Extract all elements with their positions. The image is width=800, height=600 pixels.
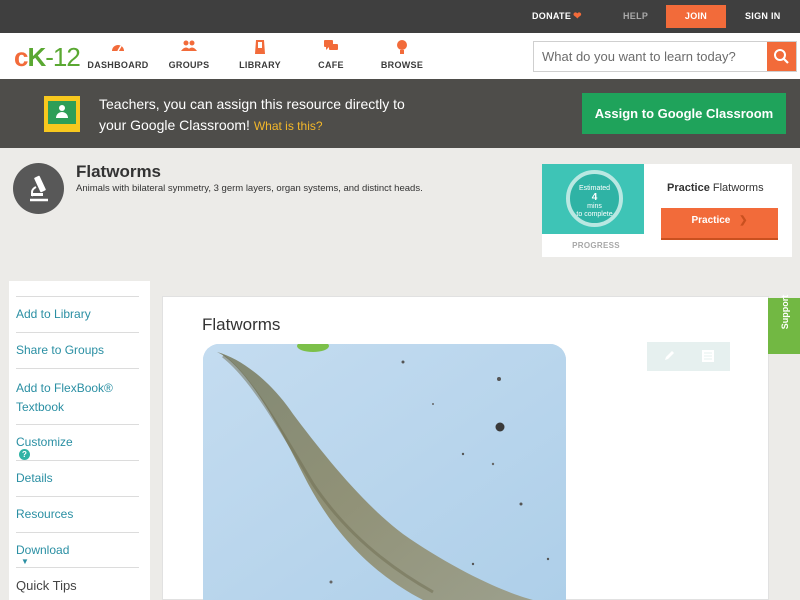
sidebar-item-label: Details bbox=[16, 471, 53, 485]
sidebar-item-customize[interactable]: Customize? bbox=[16, 424, 139, 460]
assign-to-google-classroom-button[interactable]: Assign to Google Classroom bbox=[582, 93, 786, 134]
logo-k: K bbox=[27, 42, 46, 72]
sidebar-item-label: Add to Library bbox=[16, 307, 91, 321]
estimate-minutes: 4 bbox=[591, 192, 598, 203]
sidebar-item-label: Add to FlexBook® bbox=[16, 381, 113, 395]
nav-cafe-label: CAFE bbox=[318, 60, 344, 70]
sidebar-item-share-to-groups[interactable]: Share to Groups bbox=[16, 332, 139, 368]
microscope-icon bbox=[13, 163, 64, 214]
support-tab[interactable]: Support bbox=[768, 295, 800, 354]
estimate-bottom: to complete bbox=[576, 211, 613, 218]
sign-in-link[interactable]: SIGN IN bbox=[745, 0, 781, 33]
progress-card: Estimated 4 mins to complete PROGRESS Pr… bbox=[542, 164, 792, 257]
nav-dashboard[interactable]: DASHBOARD bbox=[83, 39, 153, 70]
sidebar-item-download[interactable]: Download ▼ bbox=[16, 532, 139, 567]
heart-icon: ❤ bbox=[573, 11, 582, 22]
google-classroom-icon bbox=[44, 96, 80, 132]
browse-icon bbox=[367, 39, 437, 57]
help-icon[interactable]: ? bbox=[19, 449, 30, 460]
what-is-this-link[interactable]: What is this? bbox=[254, 119, 323, 133]
nav-library[interactable]: LIBRARY bbox=[225, 39, 295, 70]
sidebar-item-add-to-flexbook[interactable]: Add to FlexBook® Textbook bbox=[16, 368, 139, 424]
ck12-logo[interactable]: cK-12 bbox=[14, 42, 81, 73]
practice-title: Practice Flatworms bbox=[667, 182, 764, 194]
nav-browse[interactable]: BROWSE bbox=[367, 39, 437, 70]
banner-line-2: your Google Classroom! bbox=[99, 117, 250, 133]
practice-topic: Flatworms bbox=[712, 182, 764, 194]
progress-label: PROGRESS bbox=[572, 241, 620, 250]
logo-12: -12 bbox=[45, 42, 81, 72]
sidebar-item-add-to-library[interactable]: Add to Library bbox=[16, 296, 139, 332]
search-box bbox=[533, 41, 797, 72]
concept-title: Flatworms bbox=[76, 162, 162, 181]
search-input[interactable] bbox=[534, 42, 768, 71]
support-label: Support bbox=[780, 294, 790, 330]
dashboard-icon bbox=[83, 39, 153, 57]
sidebar-item-details[interactable]: Details bbox=[16, 460, 139, 496]
practice-bold: Practice bbox=[667, 182, 710, 194]
chevron-right-icon: ❯ bbox=[739, 215, 748, 226]
help-link[interactable]: HELP bbox=[623, 0, 648, 33]
sidebar-item-label: Customize bbox=[16, 435, 73, 449]
library-icon bbox=[225, 39, 295, 57]
search-icon bbox=[774, 49, 789, 64]
main-nav: cK-12 DASHBOARD GROUPS LIBRARY CAFE BROW… bbox=[0, 33, 800, 79]
sidebar-item-resources[interactable]: Resources bbox=[16, 496, 139, 532]
practice-button[interactable]: Practice ❯ bbox=[661, 208, 778, 238]
sidebar-item-label-line-2: Textbook bbox=[16, 400, 65, 414]
content-tools bbox=[647, 342, 730, 371]
sidebar-item-label: Share to Groups bbox=[16, 343, 105, 357]
join-button[interactable]: JOIN bbox=[666, 5, 726, 28]
donate-link[interactable]: DONATE ❤ bbox=[532, 0, 582, 33]
search-button[interactable] bbox=[767, 42, 796, 71]
cafe-icon bbox=[296, 39, 366, 57]
progress-image: Estimated 4 mins to complete bbox=[542, 164, 644, 234]
sidebar-item-label: Resources bbox=[16, 507, 74, 521]
sidebar-item-label: Download bbox=[16, 543, 70, 557]
banner-text: Teachers, you can assign this resource d… bbox=[99, 94, 459, 137]
nav-dashboard-label: DASHBOARD bbox=[87, 60, 149, 70]
nav-groups[interactable]: GROUPS bbox=[154, 39, 224, 70]
nav-cafe[interactable]: CAFE bbox=[296, 39, 366, 70]
groups-icon bbox=[154, 39, 224, 57]
caret-down-icon: ▼ bbox=[21, 557, 29, 566]
nav-browse-label: BROWSE bbox=[380, 60, 424, 70]
notes-icon[interactable] bbox=[701, 349, 715, 363]
flatworm-image bbox=[203, 344, 566, 600]
estimate-top: Estimated bbox=[578, 185, 611, 192]
nav-library-label: LIBRARY bbox=[239, 60, 281, 70]
concept-description: Animals with bilateral symmetry, 3 germ … bbox=[76, 183, 423, 194]
practice-button-label: Practice bbox=[691, 215, 731, 226]
pencil-icon[interactable] bbox=[662, 349, 676, 363]
banner-line-1: Teachers, you can assign this resource d… bbox=[99, 96, 405, 112]
estimate-unit: mins bbox=[587, 203, 602, 210]
quick-tips-heading[interactable]: Quick Tips bbox=[16, 567, 139, 593]
top-bar: DONATE ❤ HELP JOIN SIGN IN bbox=[0, 0, 800, 33]
estimate-ring: Estimated 4 mins to complete bbox=[566, 170, 623, 227]
nav-groups-label: GROUPS bbox=[168, 60, 210, 70]
logo-c: c bbox=[14, 42, 29, 72]
donate-label: DONATE bbox=[532, 11, 572, 21]
content-title: Flatworms bbox=[202, 315, 281, 334]
